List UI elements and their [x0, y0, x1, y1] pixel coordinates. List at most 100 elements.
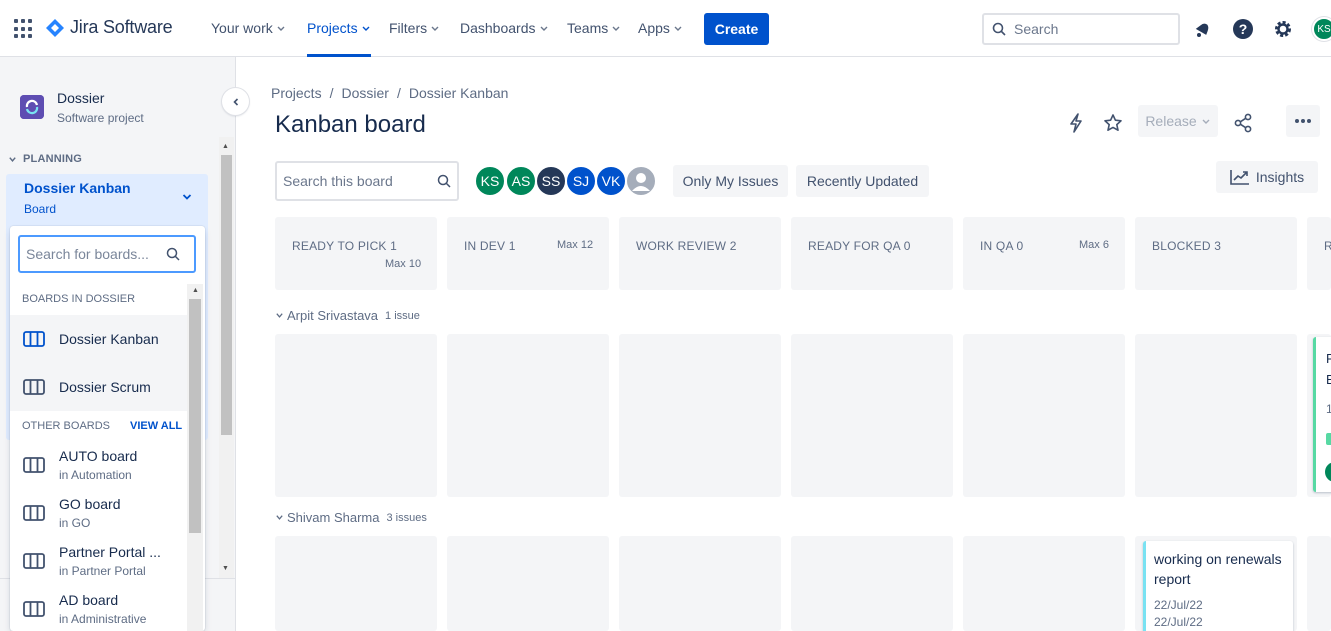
chevron-down-icon	[674, 26, 682, 31]
board-cell	[275, 334, 437, 497]
board-option-dossier-scrum[interactable]: Dossier Scrum	[10, 363, 187, 411]
scroll-up-arrow-icon[interactable]: ▲	[192, 287, 199, 294]
insights-button[interactable]: Insights	[1216, 161, 1318, 193]
assignee-avatar-ks[interactable]: KS	[474, 165, 506, 197]
board-icon	[23, 553, 45, 569]
breadcrumb-board[interactable]: Dossier Kanban	[409, 85, 509, 101]
nav-dashboards[interactable]: Dashboards	[460, 20, 549, 36]
current-board-name[interactable]: Dossier Kanban	[24, 180, 131, 196]
column-ready-to-pick[interactable]: READY TO PICK 1 Max 10	[275, 217, 437, 290]
automation-lightning-icon[interactable]	[1064, 111, 1088, 135]
board-cell	[1307, 536, 1331, 631]
issue-card[interactable]: working on renewals report 22/Jul/22 22/…	[1143, 541, 1293, 631]
nav-filters-label: Filters	[389, 20, 428, 36]
assignee-avatar-ss[interactable]: SS	[535, 165, 567, 197]
quick-filter-only-my-issues[interactable]: Only My Issues	[673, 165, 788, 197]
nav-your-work[interactable]: Your work	[211, 20, 286, 36]
column-blocked[interactable]: BLOCKED 3	[1135, 217, 1297, 290]
global-search-input[interactable]	[1014, 21, 1164, 37]
scroll-down-arrow-icon[interactable]: ▼	[222, 565, 229, 572]
trend-chart-icon	[1230, 170, 1249, 185]
app-switcher-icon[interactable]	[14, 19, 34, 39]
breadcrumb-project[interactable]: Dossier	[341, 85, 388, 101]
project-name[interactable]: Dossier	[57, 90, 104, 106]
column-max-limit: Max 6	[1079, 239, 1109, 251]
nav-projects[interactable]: Projects	[307, 20, 371, 36]
notifications-icon[interactable]	[1191, 17, 1215, 41]
column-partial[interactable]: R	[1307, 217, 1331, 290]
issue-card-text: 1	[1326, 402, 1331, 416]
board-option-auto[interactable]: AUTO board in Automation	[10, 441, 187, 489]
view-all-boards-link[interactable]: VIEW ALL	[130, 420, 182, 432]
issue-card[interactable]: F E 1	[1313, 337, 1331, 492]
dropdown-scrollbar-thumb[interactable]	[189, 299, 201, 533]
release-button[interactable]: Release	[1138, 105, 1218, 137]
nav-teams[interactable]: Teams	[567, 20, 621, 36]
board-option-project: in Administrative	[59, 612, 147, 626]
jira-logo[interactable]: Jira Software	[46, 17, 173, 38]
planning-section-header[interactable]: PLANNING	[8, 153, 82, 165]
board-cell	[791, 536, 953, 631]
column-in-qa[interactable]: IN QA 0 Max 6	[963, 217, 1125, 290]
collapse-sidebar-button[interactable]	[222, 88, 249, 115]
chevron-down-icon	[431, 26, 439, 31]
swimlane-header[interactable]: Shivam Sharma 3 issues	[275, 510, 427, 525]
column-name: IN DEV 1	[464, 239, 516, 253]
top-navigation: Jira Software Your work Projects Filters…	[0, 0, 1331, 57]
chevron-down-icon	[276, 515, 283, 520]
chevron-down-icon	[362, 26, 370, 31]
board-option-go[interactable]: GO board in GO	[10, 489, 187, 537]
chevron-down-icon[interactable]	[181, 191, 193, 203]
more-actions-button[interactable]	[1286, 105, 1320, 137]
board-option-dossier-kanban[interactable]: Dossier Kanban	[10, 315, 187, 363]
share-icon[interactable]	[1231, 111, 1255, 135]
board-search-input[interactable]	[26, 246, 166, 262]
scroll-up-arrow-icon[interactable]: ▲	[222, 143, 229, 150]
board-search[interactable]	[275, 161, 459, 201]
swimlane-header[interactable]: Arpit Srivastava 1 issue	[275, 308, 420, 323]
global-search[interactable]	[982, 13, 1180, 45]
avatar	[1325, 462, 1331, 482]
unassigned-avatar[interactable]	[625, 165, 657, 197]
column-name: R	[1324, 239, 1331, 253]
quick-filter-recently-updated[interactable]: Recently Updated	[796, 165, 929, 197]
board-cell	[1135, 334, 1297, 497]
board-option-partner-portal[interactable]: Partner Portal ... in Partner Portal	[10, 537, 187, 585]
board-option-name: AUTO board	[59, 448, 138, 464]
sidebar-scrollbar-thumb[interactable]	[221, 155, 232, 435]
settings-gear-icon[interactable]	[1271, 17, 1295, 41]
board-option-ad[interactable]: AD board in Administrative	[10, 585, 187, 631]
board-search-input[interactable]	[283, 173, 423, 189]
column-max-limit: Max 10	[385, 258, 422, 270]
column-in-dev[interactable]: IN DEV 1 Max 12	[447, 217, 609, 290]
column-name: IN QA 0	[980, 239, 1024, 253]
assignee-avatar-sj[interactable]: SJ	[565, 165, 597, 197]
breadcrumb-projects[interactable]: Projects	[271, 85, 322, 101]
column-work-review[interactable]: WORK REVIEW 2	[619, 217, 781, 290]
help-icon[interactable]: ?	[1231, 17, 1255, 41]
board-option-name: Dossier Kanban	[59, 331, 159, 347]
nav-filters[interactable]: Filters	[389, 20, 440, 36]
column-name: READY TO PICK 1	[292, 239, 398, 253]
board-option-project: in Partner Portal	[59, 564, 146, 578]
project-icon	[20, 95, 44, 119]
star-icon[interactable]	[1101, 111, 1125, 135]
column-ready-for-qa[interactable]: READY FOR QA 0	[791, 217, 953, 290]
breadcrumb-separator: /	[396, 85, 401, 101]
assignee-avatar-as[interactable]: AS	[505, 165, 537, 197]
board-option-name: AD board	[59, 592, 119, 608]
jira-diamond-icon	[46, 18, 64, 37]
board-search-field[interactable]	[18, 235, 196, 273]
nav-apps[interactable]: Apps	[638, 20, 683, 36]
board-switcher-dropdown: BOARDS IN DOSSIER Dossier Kanban Dossier…	[10, 226, 205, 631]
ellipsis-icon	[1295, 119, 1311, 123]
create-button[interactable]: Create	[704, 13, 769, 45]
nav-your-work-label: Your work	[211, 20, 273, 36]
column-name: READY FOR QA 0	[808, 239, 911, 253]
assignee-avatar-vk[interactable]: VK	[595, 165, 627, 197]
swimlane-issue-count: 1 issue	[385, 309, 420, 322]
column-name: BLOCKED 3	[1152, 239, 1222, 253]
nav-projects-label: Projects	[307, 20, 358, 36]
chevron-left-icon	[232, 97, 238, 106]
user-avatar[interactable]: KS	[1312, 17, 1331, 41]
